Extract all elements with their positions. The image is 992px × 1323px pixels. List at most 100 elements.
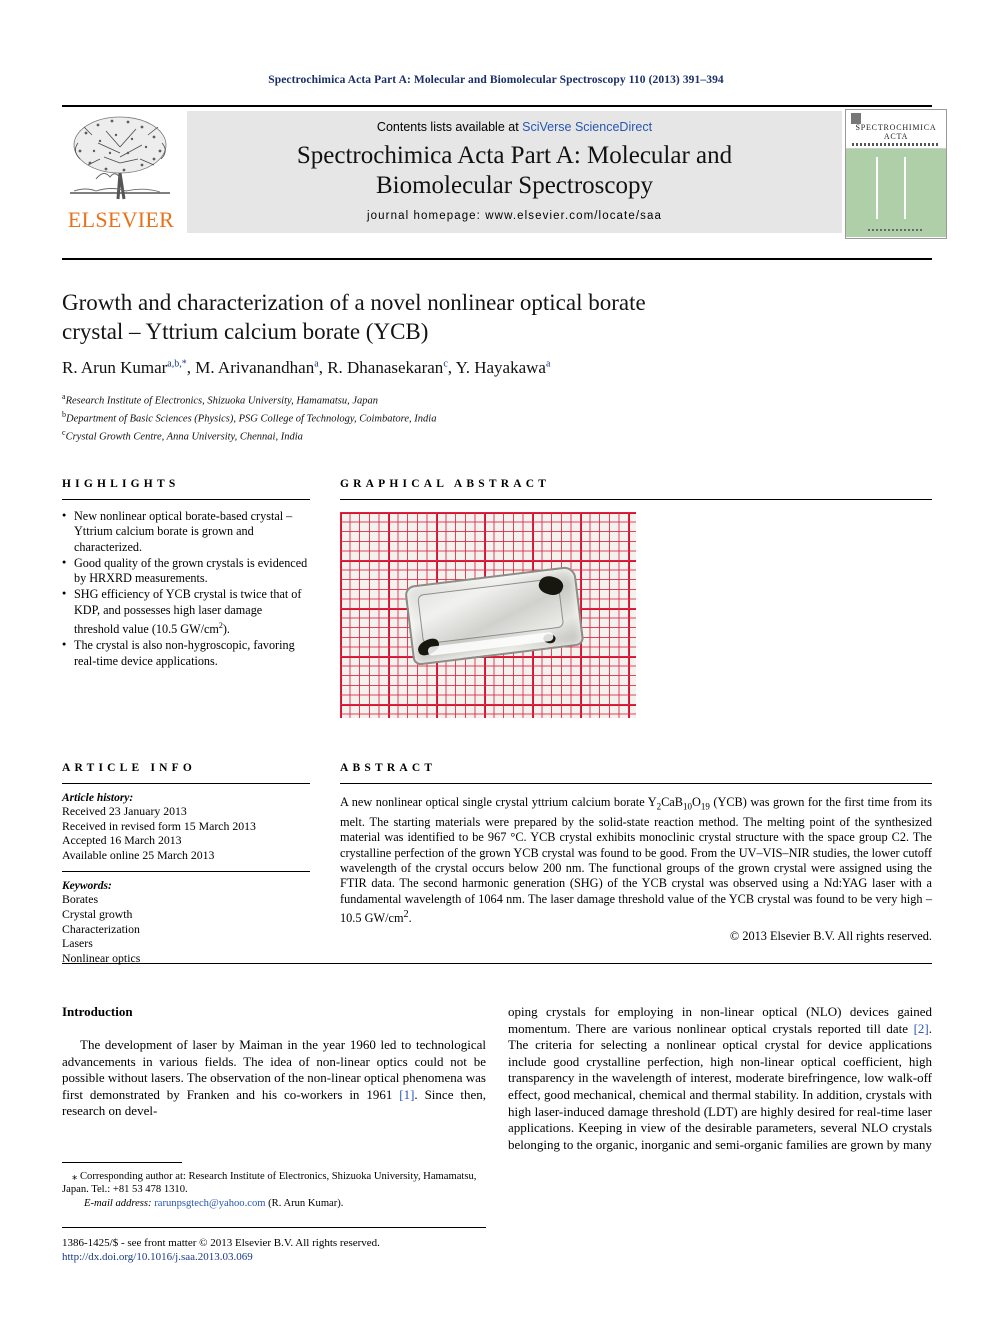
- article-info-divider: [62, 783, 310, 784]
- email-owner: (R. Arun Kumar).: [268, 1197, 344, 1209]
- corresponding-author-symbol: ⁎: [72, 1171, 78, 1182]
- abstract-divider: [340, 783, 932, 784]
- article-history-item: Received in revised form 15 March 2013: [62, 818, 256, 833]
- keyword-item: Lasers: [62, 936, 93, 951]
- article-info-section: ARTICLE INFO Article history: Received 2…: [62, 762, 310, 965]
- elsevier-wordmark: ELSEVIER: [67, 207, 175, 232]
- author-entry: M. Arivanandhana,: [195, 358, 328, 377]
- body-column-left: Introduction The development of laser by…: [62, 1004, 486, 1120]
- graphical-abstract-image: [340, 512, 636, 718]
- journal-title: Spectrochimica Acta Part A: Molecular an…: [187, 141, 842, 201]
- cover-title: SPECTROCHIMICA ACTA: [846, 123, 946, 141]
- cover-title-line1: SPECTROCHIMICA: [855, 123, 937, 132]
- abstract-text: A new nonlinear optical single crystal y…: [340, 795, 932, 926]
- email-label: E-mail address:: [84, 1197, 152, 1209]
- doi-link[interactable]: http://dx.doi.org/10.1016/j.saa.2013.03.…: [62, 1250, 562, 1264]
- contents-available-line: Contents lists available at SciVerse Sci…: [187, 120, 842, 134]
- article-info-heading: ARTICLE INFO: [62, 762, 197, 774]
- journal-title-line2: Biomolecular Spectroscopy: [375, 172, 653, 199]
- affiliation-item: bDepartment of Basic Sciences (Physics),…: [62, 408, 822, 426]
- elsevier-tree-icon: [70, 116, 170, 200]
- page-title: Growth and characterization of a novel n…: [62, 288, 782, 346]
- highlights-section: HIGHLIGHTS New nonlinear optical borate-…: [62, 478, 310, 670]
- introduction-paragraph-left: The development of laser by Maiman in th…: [62, 1037, 486, 1119]
- imprint-divider: [62, 1227, 486, 1228]
- citation-ref-2[interactable]: [2]: [914, 1021, 929, 1036]
- author-name: Y. Hayakawa: [455, 358, 546, 377]
- article-history-item: Accepted 16 March 2013: [62, 833, 182, 848]
- issn-copyright-line: 1386-1425/$ - see front matter © 2013 El…: [62, 1237, 380, 1249]
- highlights-heading: HIGHLIGHTS: [62, 478, 180, 490]
- highlights-divider: [62, 499, 310, 500]
- abstract-heading: ABSTRACT: [340, 762, 437, 774]
- footnote-divider: [62, 1162, 182, 1163]
- citation-ref-1[interactable]: [1]: [399, 1087, 414, 1102]
- email-link[interactable]: rarunpsgtech@yahoo.com: [154, 1198, 265, 1209]
- cover-bar-2: [904, 157, 906, 219]
- crystal-sample: [403, 565, 585, 666]
- abstract-copyright: © 2013 Elsevier B.V. All rights reserved…: [729, 928, 932, 943]
- graphical-abstract-divider: [340, 499, 932, 500]
- graphical-abstract-section: GRAPHICAL ABSTRACT: [340, 478, 932, 718]
- journal-homepage-link[interactable]: journal homepage: www.elsevier.com/locat…: [187, 210, 842, 222]
- title-line-1: Growth and characterization of a novel n…: [62, 290, 646, 315]
- keyword-item: Crystal growth: [62, 906, 133, 921]
- imprint-block: 1386-1425/$ - see front matter © 2013 El…: [62, 1236, 562, 1264]
- keyword-item: Characterization: [62, 921, 140, 936]
- author-entry: R. Dhanasekaranc,: [327, 358, 456, 377]
- sciencedirect-link[interactable]: SciVerse ScienceDirect: [522, 120, 652, 134]
- corresponding-author-footnote: ⁎ Corresponding author at: Research Inst…: [62, 1170, 486, 1210]
- highlights-list: New nonlinear optical borate-based cryst…: [62, 508, 310, 669]
- formula-subscript: 10: [682, 801, 692, 812]
- keywords-divider: [62, 871, 310, 873]
- article-history-label: Article history:: [62, 792, 134, 804]
- email-line: E-mail address: rarunpsgtech@yahoo.com (…: [62, 1197, 486, 1210]
- journal-masthead: ELSEVIER Contents lists available at Sci…: [62, 105, 947, 239]
- abstract-section: ABSTRACT A new nonlinear optical single …: [340, 762, 932, 944]
- title-divider: [62, 258, 932, 260]
- corresponding-author-line: ⁎ Corresponding author at: Research Inst…: [62, 1170, 486, 1197]
- article-history-item: Available online 25 March 2013: [62, 847, 215, 862]
- graphical-abstract-heading: GRAPHICAL ABSTRACT: [340, 478, 551, 490]
- running-head: Spectrochimica Acta Part A: Molecular an…: [268, 74, 724, 86]
- author-affiliation-marker: a,b,*: [167, 358, 187, 370]
- highlight-item: SHG efficiency of YCB crystal is twice t…: [62, 586, 310, 637]
- article-history-item: Received 23 January 2013: [62, 804, 187, 818]
- author-affiliation-marker: a: [545, 358, 551, 370]
- affiliation-item: aResearch Institute of Electronics, Shiz…: [62, 390, 822, 408]
- cover-title-line2: ACTA: [883, 132, 909, 141]
- keywords-label: Keywords:: [62, 880, 112, 893]
- elsevier-logo: ELSEVIER: [62, 111, 180, 235]
- affiliation-item: cCrystal Growth Centre, Anna University,…: [62, 426, 822, 444]
- author-list: R. Arun Kumara,b,*, M. Arivanandhana, R.…: [62, 358, 822, 378]
- title-line-2: crystal – Yttrium calcium borate (YCB): [62, 319, 429, 344]
- cover-artwork: [846, 149, 946, 237]
- journal-band: Contents lists available at SciVerse Sci…: [187, 111, 842, 233]
- journal-article-page: Spectrochimica Acta Part A: Molecular an…: [0, 0, 992, 1323]
- corresponding-author-text: Corresponding author at: Research Instit…: [62, 1171, 477, 1196]
- author-name: M. Arivanandhan: [195, 358, 315, 377]
- journal-title-line1: Spectrochimica Acta Part A: Molecular an…: [296, 142, 733, 169]
- cover-bar-1: [876, 157, 878, 219]
- keyword-item: Borates: [62, 892, 99, 907]
- affiliation-text: Crystal Growth Centre, Anna University, …: [65, 431, 303, 443]
- cover-header: SPECTROCHIMICA ACTA: [846, 110, 946, 149]
- highlight-item: New nonlinear optical borate-based cryst…: [62, 508, 310, 555]
- section-heading-introduction: Introduction: [62, 1004, 133, 1019]
- author-name: R. Arun Kumar: [62, 358, 168, 377]
- contents-prefix: Contents lists available at: [376, 120, 523, 134]
- affiliation-text: Department of Basic Sciences (Physics), …: [66, 413, 437, 425]
- author-name: R. Dhanasekaran: [327, 358, 444, 377]
- cover-subtitle-rule: [852, 143, 940, 146]
- introduction-paragraph-right: oping crystals for employing in non-line…: [508, 1004, 932, 1152]
- formula-subscript: 19: [700, 801, 710, 812]
- highlight-item: Good quality of the grown crystals is ev…: [62, 555, 310, 587]
- affiliation-list: aResearch Institute of Electronics, Shiz…: [62, 390, 822, 444]
- journal-cover-thumbnail: SPECTROCHIMICA ACTA: [845, 109, 947, 239]
- highlight-item: The crystal is also non-hygroscopic, fav…: [62, 637, 310, 669]
- cover-footer-rule: [868, 229, 924, 231]
- body-divider: [62, 963, 932, 964]
- author-entry: Y. Hayakawaa: [456, 358, 551, 377]
- author-entry: R. Arun Kumara,b,*,: [62, 358, 196, 377]
- body-column-right: oping crystals for employing in non-line…: [508, 1004, 932, 1153]
